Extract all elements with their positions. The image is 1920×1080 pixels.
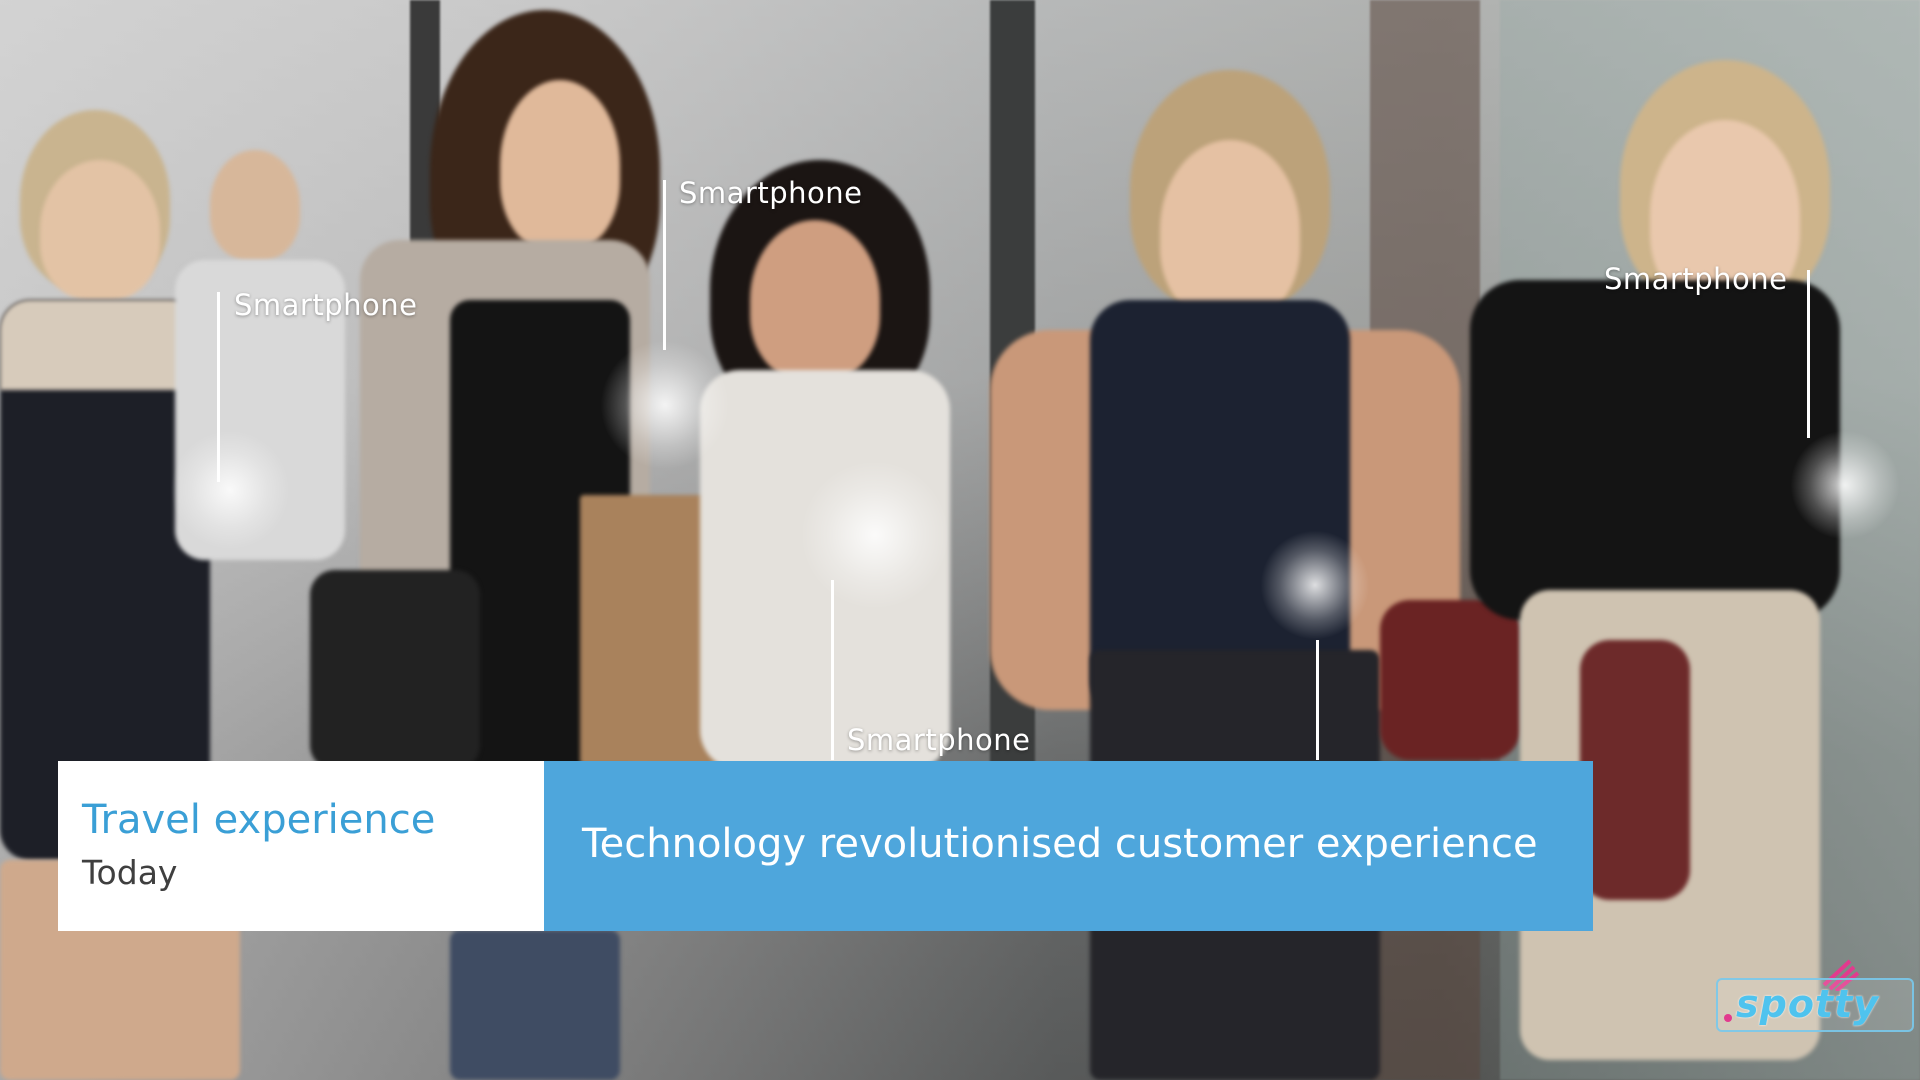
- tote-bag: [310, 570, 480, 770]
- person-face: [500, 80, 620, 250]
- lower-third-title: Travel experience: [82, 797, 436, 843]
- person-face: [750, 220, 880, 380]
- callout-label: Smartphone: [679, 176, 863, 210]
- callout-line: [663, 180, 666, 350]
- person-face: [1160, 140, 1300, 320]
- callout-line: [831, 580, 834, 760]
- callout-label: Smartphone: [234, 288, 418, 322]
- handbag: [1380, 600, 1520, 760]
- watermark-logo: spotty: [1716, 978, 1914, 1032]
- phone-glow: [800, 460, 950, 610]
- lower-third-message-box: Technology revolutionised customer exper…: [544, 761, 1593, 931]
- phone-glow: [1790, 430, 1900, 540]
- phone-glow: [1260, 530, 1370, 640]
- lower-third-subtitle: Today: [82, 853, 178, 892]
- callout-line: [1316, 640, 1319, 760]
- handbag: [1580, 640, 1690, 900]
- callout-line: [1807, 270, 1810, 438]
- logo-dot-icon: [1724, 1014, 1732, 1022]
- lower-third-label-box: Travel experience Today: [58, 761, 544, 931]
- person-face: [210, 150, 300, 260]
- callout-label: Smartphone: [1604, 262, 1788, 296]
- phone-glow: [170, 430, 290, 550]
- lower-third-message: Technology revolutionised customer exper…: [582, 821, 1538, 867]
- person-top: [1470, 280, 1840, 620]
- person-face: [40, 160, 160, 300]
- video-frame: Smartphone Smartphone Smartphone Smartph…: [0, 0, 1920, 1080]
- callout-label: Smartphone: [847, 723, 1031, 757]
- logo-text: spotty: [1736, 982, 1880, 1026]
- callout-line: [217, 292, 220, 482]
- phone-glow: [600, 340, 730, 470]
- person-collar: [0, 300, 200, 390]
- person-jeans: [450, 930, 620, 1080]
